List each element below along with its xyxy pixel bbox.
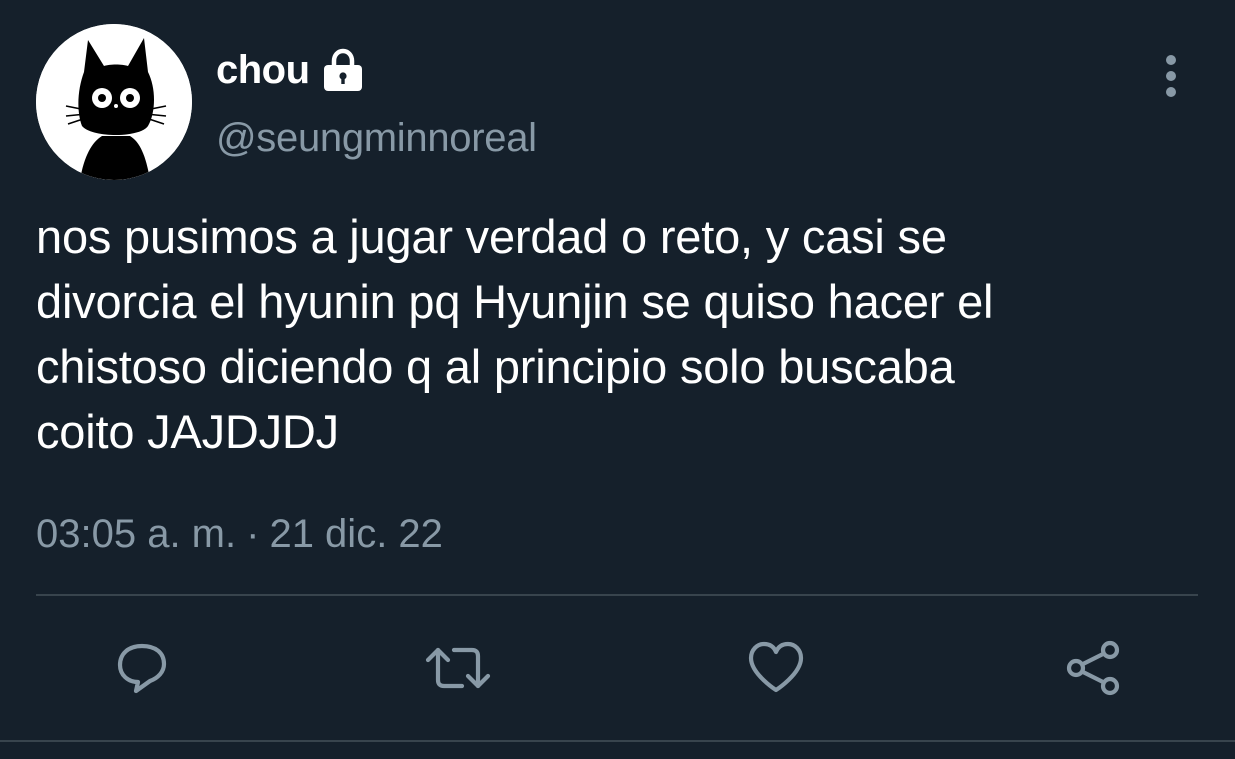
retweet-button[interactable] xyxy=(420,630,496,706)
display-name-row: chou xyxy=(216,44,366,96)
retweet-icon xyxy=(425,647,491,689)
avatar[interactable] xyxy=(36,24,192,180)
more-options-icon[interactable] xyxy=(1150,52,1192,100)
reply-icon xyxy=(117,643,167,694)
bottom-divider xyxy=(0,740,1235,742)
reply-button[interactable] xyxy=(104,630,180,706)
heart-icon xyxy=(748,641,804,693)
username[interactable]: @seungminnoreal xyxy=(216,116,537,161)
cat-avatar-image xyxy=(36,24,192,180)
share-button[interactable] xyxy=(1056,630,1132,706)
tweet-text: nos pusimos a jugar verdad o reto, y cas… xyxy=(36,210,994,458)
action-bar xyxy=(0,630,1235,706)
tweet-timestamp[interactable]: 03:05 a. m. · 21 dic. 22 xyxy=(36,512,443,557)
tweet-date: 21 dic. 22 xyxy=(269,512,443,556)
share-icon xyxy=(1066,640,1120,696)
lock-icon xyxy=(320,47,366,93)
meta-separator: · xyxy=(246,512,260,556)
display-name[interactable]: chou xyxy=(216,48,310,93)
like-button[interactable] xyxy=(738,630,814,706)
tweet-time: 03:05 a. m. xyxy=(36,512,237,556)
divider xyxy=(36,594,1198,596)
tweet-detail: chou @seungminnoreal nos pusimos a jugar… xyxy=(0,0,1235,759)
